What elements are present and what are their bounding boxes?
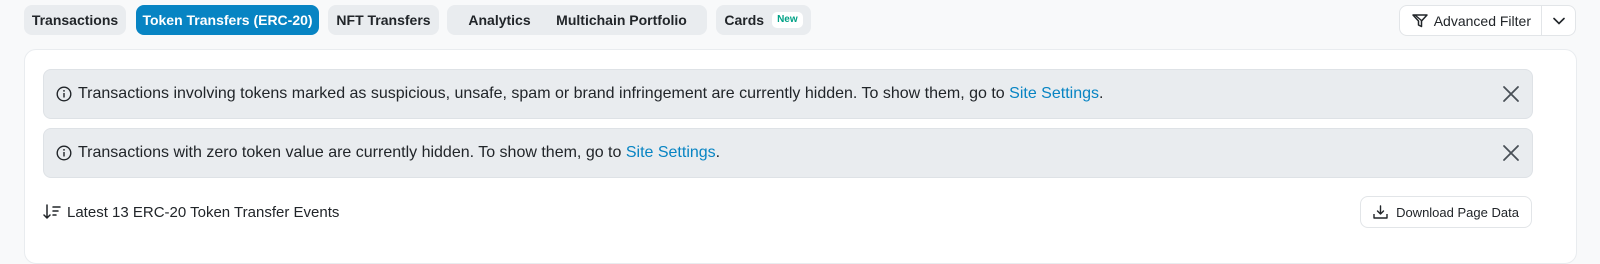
spam-tokens-alert: Transactions involving tokens marked as … [43,69,1533,119]
site-settings-link[interactable]: Site Settings [626,144,716,161]
close-icon [1503,86,1519,102]
download-page-data-button[interactable]: Download Page Data [1360,196,1532,228]
advanced-filter-dropdown[interactable] [1542,6,1575,35]
zero-value-alert: Transactions with zero token value are c… [43,128,1533,178]
tab-cards[interactable]: Cards New [716,5,811,35]
sort-descending-icon[interactable] [43,204,61,220]
alert-suffix: . [1098,85,1104,102]
alert-text: Transactions involving tokens marked as … [78,85,1010,102]
tab-label: NFT Transfers [336,12,431,28]
alert-suffix: . [715,144,721,161]
advanced-filter-button[interactable]: Advanced Filter [1400,6,1542,35]
info-icon [56,86,72,102]
alert-message: Transactions involving tokens marked as … [78,85,1103,103]
close-alert-button[interactable] [1500,142,1522,164]
tab-label: Token Transfers (ERC-20) [142,12,313,28]
new-badge: New [772,12,803,28]
tab-bar: Transactions Token Transfers (ERC-20) NF… [24,5,1576,36]
download-icon [1373,205,1388,219]
summary-text: Latest 13 ERC-20 Token Transfer Events [67,203,340,221]
download-label: Download Page Data [1396,204,1519,220]
chevron-down-icon [1552,17,1565,25]
tab-label: Multichain Portfolio [556,12,687,28]
close-alert-button[interactable] [1500,83,1522,105]
alert-message: Transactions with zero token value are c… [78,144,720,162]
tab-transactions[interactable]: Transactions [24,5,126,35]
info-icon [56,145,72,161]
transfer-summary: Latest 13 ERC-20 Token Transfer Events [43,201,339,223]
close-icon [1503,145,1519,161]
tab-label: Analytics [468,12,531,28]
advanced-filter-group: Advanced Filter [1398,5,1576,36]
alert-text: Transactions with zero token value are c… [78,144,626,161]
token-transfers-card: Transactions involving tokens marked as … [24,49,1577,264]
tab-token-transfers[interactable]: Token Transfers (ERC-20) [136,5,319,35]
tab-multichain-portfolio[interactable]: Multichain Portfolio [536,5,707,35]
advanced-filter-label: Advanced Filter [1433,12,1531,29]
site-settings-link[interactable]: Site Settings [1009,85,1099,102]
tab-label: Transactions [31,12,119,28]
tab-nft-transfers[interactable]: NFT Transfers [328,5,439,35]
tab-label: Cards [724,12,765,28]
filter-icon [1411,13,1428,27]
